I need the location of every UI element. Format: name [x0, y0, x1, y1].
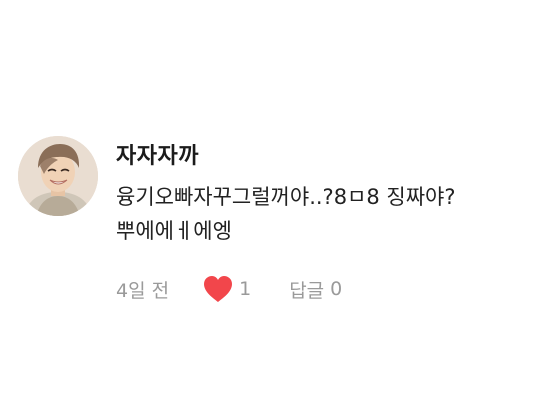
- comment-time: 4일 전: [116, 279, 170, 302]
- reply-count: 0: [330, 278, 343, 300]
- reply-button[interactable]: 답글 0: [289, 276, 342, 303]
- like-button[interactable]: 1: [201, 274, 251, 304]
- heart-icon[interactable]: [201, 274, 235, 304]
- avatar-photo-icon: [18, 136, 98, 216]
- like-count: 1: [239, 278, 252, 300]
- comment-meta: 4일 전 1 답글 0: [116, 274, 342, 304]
- comment-text: 융기오빠자꾸그럴꺼야..?8ㅁ8 징짜야? 뿌에에ㅔ에엥: [116, 185, 456, 243]
- reply-label: 답글: [289, 279, 325, 302]
- comment-item: 자자자까 융기오빠자꾸그럴꺼야..?8ㅁ8 징짜야? 뿌에에ㅔ에엥 4일 전 1…: [0, 0, 552, 414]
- avatar[interactable]: [18, 136, 98, 216]
- comment-author[interactable]: 자자자까: [116, 138, 199, 170]
